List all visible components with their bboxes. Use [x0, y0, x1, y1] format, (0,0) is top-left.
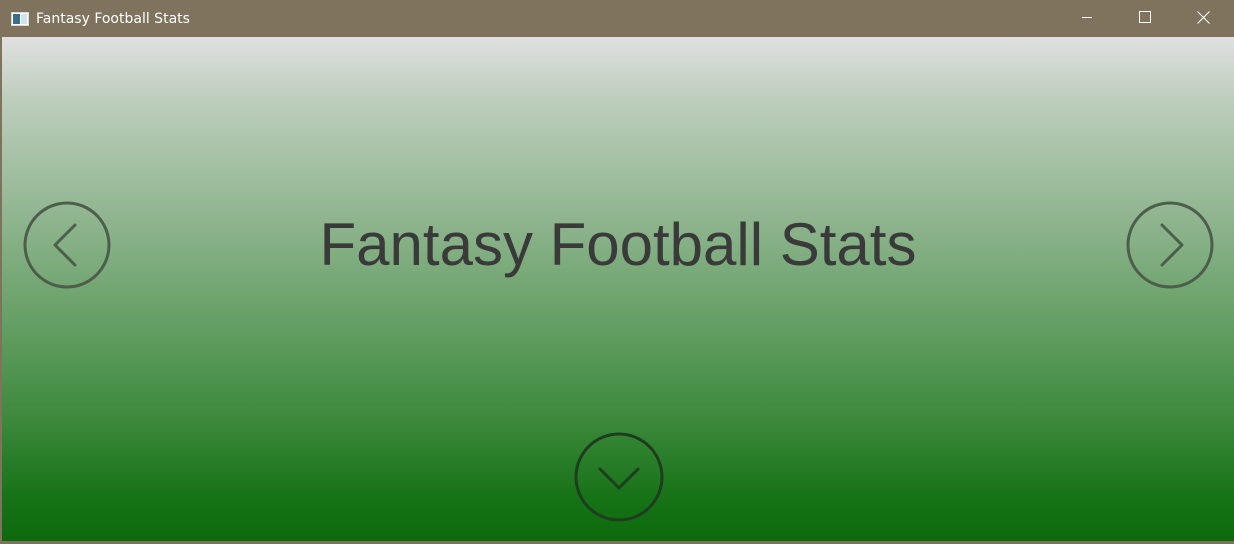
- maximize-icon: [1139, 11, 1151, 27]
- minimize-button[interactable]: [1058, 1, 1116, 37]
- previous-button[interactable]: [22, 200, 112, 290]
- window-title: Fantasy Football Stats: [36, 11, 190, 27]
- app-window: Fantasy Football Stats Fantasy Football …: [0, 0, 1234, 544]
- chevron-right-circle-icon: [1125, 200, 1215, 290]
- close-icon: [1196, 10, 1210, 28]
- minimize-icon: [1081, 11, 1093, 27]
- close-button[interactable]: [1174, 1, 1232, 37]
- main-content: Fantasy Football Stats: [2, 37, 1234, 541]
- app-icon: [11, 12, 29, 26]
- maximize-button[interactable]: [1116, 1, 1174, 37]
- title-bar[interactable]: Fantasy Football Stats: [1, 1, 1233, 37]
- chevron-down-circle-icon: [573, 431, 665, 523]
- scroll-down-button[interactable]: [573, 431, 665, 523]
- page-title: Fantasy Football Stats: [319, 211, 917, 278]
- chevron-left-circle-icon: [22, 200, 112, 290]
- next-button[interactable]: [1125, 200, 1215, 290]
